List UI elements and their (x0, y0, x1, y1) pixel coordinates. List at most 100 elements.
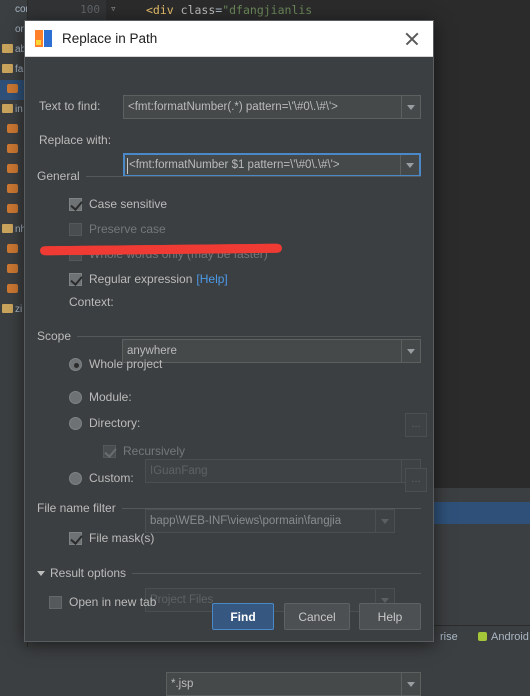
text-to-find-dropdown-button[interactable] (401, 96, 420, 118)
checkbox-box[interactable] (69, 273, 82, 286)
folder-icon (2, 104, 13, 113)
regular-expression-checkbox[interactable]: Regular expression [Help] (69, 272, 228, 286)
file-mask-value[interactable]: *.jsp (167, 678, 401, 690)
tree-item[interactable]: in (0, 100, 27, 120)
checkbox-box[interactable] (69, 198, 82, 211)
custom-browse-button[interactable]: ... (405, 468, 427, 492)
tree-item[interactable]: comn (0, 0, 27, 20)
directory-label: Directory: (89, 416, 140, 430)
radio-dot[interactable] (69, 358, 82, 371)
line-number: 100 (28, 2, 100, 18)
checkbox-box[interactable] (69, 532, 82, 545)
tree-item[interactable] (0, 140, 27, 160)
general-group-header: General (37, 169, 421, 183)
dialog-titlebar: Replace in Path (25, 21, 433, 57)
blank-icon (2, 4, 13, 13)
folder-icon (2, 64, 13, 73)
replace-with-label: Replace with: (39, 133, 111, 147)
tree-item-selected[interactable] (0, 80, 27, 100)
blank-icon (2, 24, 13, 33)
file-mask-label: File mask(s) (89, 531, 154, 545)
group-divider (77, 336, 421, 337)
chevron-down-icon (406, 163, 414, 168)
result-options-group-header[interactable]: Result options (37, 566, 421, 580)
directory-browse-button[interactable]: ... (405, 413, 427, 437)
tree-item[interactable]: zi (0, 300, 27, 320)
tree-item-label: in (15, 104, 23, 115)
jsp-file-icon (7, 164, 18, 173)
jsp-file-icon (7, 244, 18, 253)
replace-with-row: Replace with: (39, 133, 111, 147)
cancel-button[interactable]: Cancel (284, 603, 350, 630)
tree-item-label: zi (15, 304, 22, 315)
android-status[interactable]: Android (478, 626, 529, 648)
scope-group-title: Scope (37, 329, 77, 343)
tree-item[interactable] (0, 260, 27, 280)
android-icon (478, 632, 487, 641)
chevron-down-icon (407, 105, 415, 110)
context-dropdown-button[interactable] (401, 340, 420, 362)
tree-item-label: comn (15, 4, 27, 15)
group-divider (122, 508, 421, 509)
jsp-file-icon (7, 124, 18, 133)
tree-item[interactable] (0, 240, 27, 260)
folder-icon (2, 304, 13, 313)
radio-dot[interactable] (69, 417, 82, 430)
tree-item[interactable] (0, 180, 27, 200)
help-button[interactable]: Help (359, 603, 421, 630)
dialog-title: Replace in Path (62, 31, 401, 46)
preserve-case-checkbox[interactable]: Preserve case (69, 222, 166, 236)
radio-dot[interactable] (69, 472, 82, 485)
tree-item[interactable] (0, 160, 27, 180)
replace-in-path-dialog[interactable]: Replace in Path Text to find: <fmt:forma… (24, 20, 434, 642)
checkbox-box[interactable] (69, 223, 82, 236)
scope-custom-radio[interactable]: Custom: (69, 471, 134, 485)
context-value[interactable]: anywhere (123, 345, 401, 357)
close-icon[interactable] (401, 28, 423, 50)
result-options-group-title: Result options (50, 566, 132, 580)
text-to-find-row: Text to find: (39, 99, 100, 113)
scope-whole-project-radio[interactable]: Whole project (69, 357, 162, 371)
group-divider (86, 176, 421, 177)
tree-item[interactable]: nh (0, 220, 27, 240)
module-label: Module: (89, 390, 132, 404)
case-sensitive-label: Case sensitive (89, 197, 167, 211)
file-mask-checkbox[interactable]: File mask(s) (69, 531, 154, 545)
jsp-file-icon (7, 284, 18, 293)
file-mask-dropdown-button[interactable] (401, 673, 420, 695)
folder-icon (2, 224, 13, 233)
case-sensitive-checkbox[interactable]: Case sensitive (69, 197, 167, 211)
tree-item[interactable]: fa (0, 60, 27, 80)
tree-item[interactable] (0, 280, 27, 300)
jsp-file-icon (7, 84, 18, 93)
file-filter-group-title: File name filter (37, 501, 122, 515)
tree-item[interactable] (0, 200, 27, 220)
text-to-find-label: Text to find: (39, 99, 100, 113)
tree-item[interactable] (0, 120, 27, 140)
module-combo[interactable]: IGuanFang (145, 459, 421, 483)
tree-item[interactable]: orm (0, 20, 27, 40)
chevron-down-icon[interactable] (37, 571, 45, 576)
android-label: Android (491, 631, 529, 643)
chevron-down-icon (381, 519, 389, 524)
file-mask-combo[interactable]: *.jsp (166, 672, 421, 696)
scope-directory-radio[interactable]: Directory: (69, 416, 140, 430)
dialog-button-row: Find Cancel Help (25, 593, 433, 643)
regex-help-link[interactable]: [Help] (196, 272, 227, 286)
tree-item[interactable]: ab (0, 40, 27, 60)
dialog-body: Text to find: <fmt:formatNumber(.*) patt… (25, 57, 433, 643)
fold-handle[interactable]: ▿ (110, 2, 124, 15)
radio-dot[interactable] (69, 391, 82, 404)
jsp-file-icon (7, 264, 18, 273)
module-value: IGuanFang (146, 465, 401, 477)
regular-expression-label: Regular expression (89, 272, 192, 286)
text-to-find-combo[interactable]: <fmt:formatNumber(.*) pattern=\'\#0\.\#\… (123, 95, 421, 119)
scope-module-radio[interactable]: Module: (69, 390, 132, 404)
jsp-file-icon (7, 204, 18, 213)
recursively-checkbox[interactable]: Recursively (103, 444, 185, 458)
find-button[interactable]: Find (212, 603, 274, 630)
checkbox-box[interactable] (103, 445, 116, 458)
text-to-find-input[interactable]: <fmt:formatNumber(.*) pattern=\'\#0\.\#\… (124, 101, 401, 113)
general-group-title: General (37, 169, 86, 183)
custom-label: Custom: (89, 471, 134, 485)
